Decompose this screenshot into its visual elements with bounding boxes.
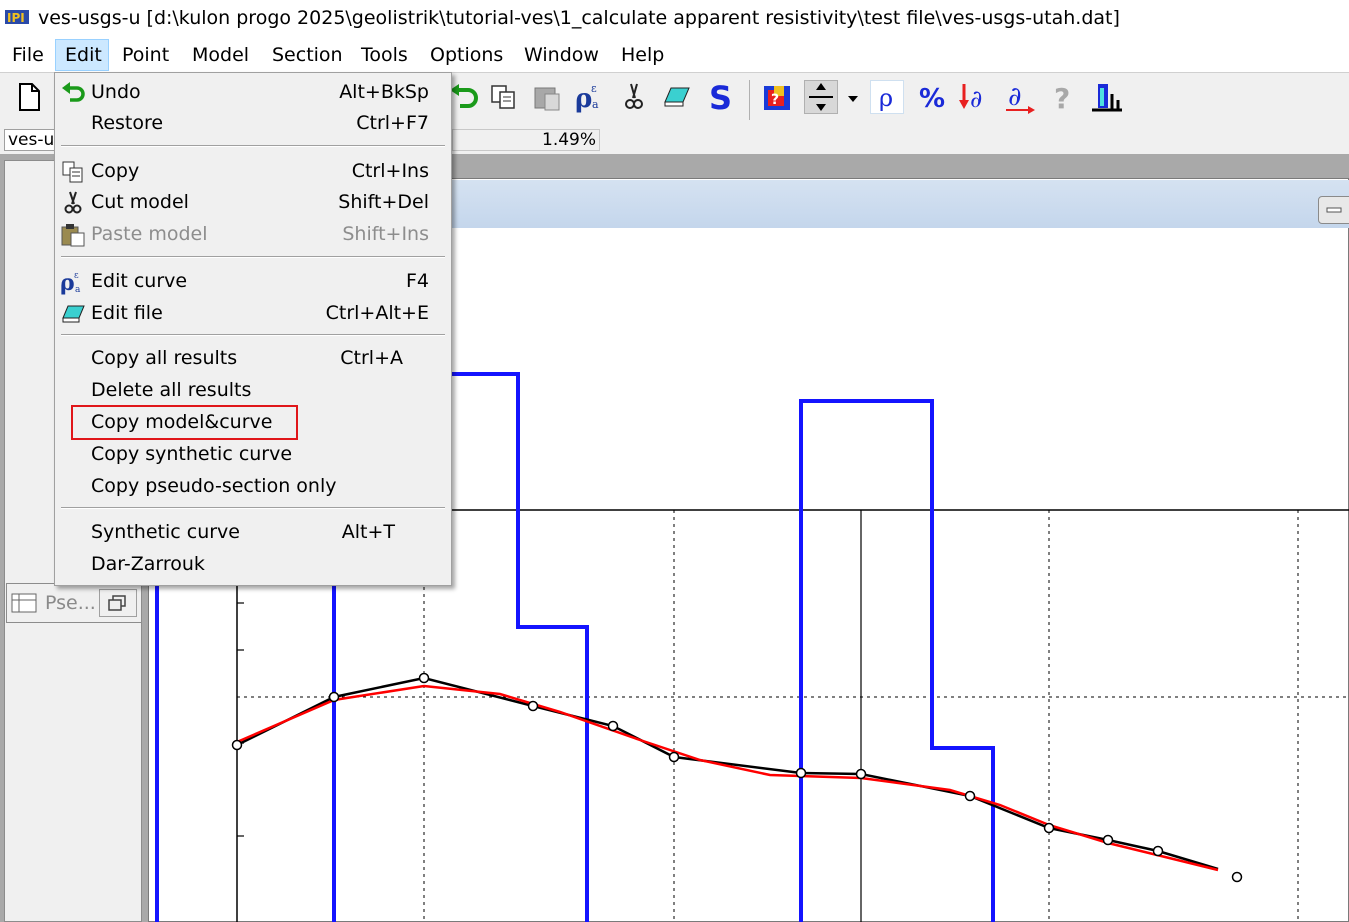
svg-text:ε: ε: [74, 271, 79, 281]
svg-text:a: a: [75, 285, 81, 295]
paste-icon: [60, 222, 86, 248]
menu-separator: [61, 256, 445, 258]
svg-text:ρ: ρ: [60, 270, 75, 295]
edit-file-icon: [60, 301, 86, 327]
menu-item-edit-file[interactable]: Edit file Ctrl+Alt+E: [55, 298, 451, 329]
menu-item-paste-model[interactable]: Paste model Shift+Ins: [55, 219, 451, 250]
menu-item-cut-model[interactable]: Cut model Shift+Del: [55, 187, 451, 218]
menu-item-restore[interactable]: Restore Ctrl+F7: [55, 108, 451, 139]
y-ticks: [237, 602, 244, 837]
menu-item-copy-all-results[interactable]: Copy all results Ctrl+A: [55, 343, 451, 374]
menu-separator: [61, 507, 445, 509]
menu-separator: [61, 145, 445, 147]
menu-item-copy-pseudo-section[interactable]: Copy pseudo-section only: [55, 471, 451, 502]
menu-item-copy-synthetic-curve[interactable]: Copy synthetic curve: [55, 439, 451, 470]
menu-item-edit-curve[interactable]: ρεa Edit curve F4: [55, 266, 451, 297]
menu-item-undo[interactable]: Undo Alt+BkSp: [55, 77, 451, 108]
menu-item-copy[interactable]: Copy Ctrl+Ins: [55, 156, 451, 187]
synthetic-curve: [236, 684, 1219, 872]
scissors-icon: [60, 190, 86, 216]
menu-item-synthetic-curve[interactable]: Synthetic curve Alt+T: [55, 517, 451, 548]
data-points: [231, 672, 1243, 883]
rho-curve-icon: ρεa: [60, 269, 86, 296]
undo-icon: [60, 80, 86, 106]
edit-menu-dropdown: Undo Alt+BkSp Restore Ctrl+F7 Copy Ctrl+…: [54, 72, 452, 586]
copy-icon: [60, 159, 86, 185]
field-curve: [236, 676, 1219, 871]
annotation-highlight-box: [71, 405, 298, 440]
menu-item-delete-all-results[interactable]: Delete all results: [55, 375, 451, 406]
menu-separator: [61, 334, 445, 336]
menu-item-dar-zarrouk[interactable]: Dar-Zarrouk: [55, 549, 451, 580]
